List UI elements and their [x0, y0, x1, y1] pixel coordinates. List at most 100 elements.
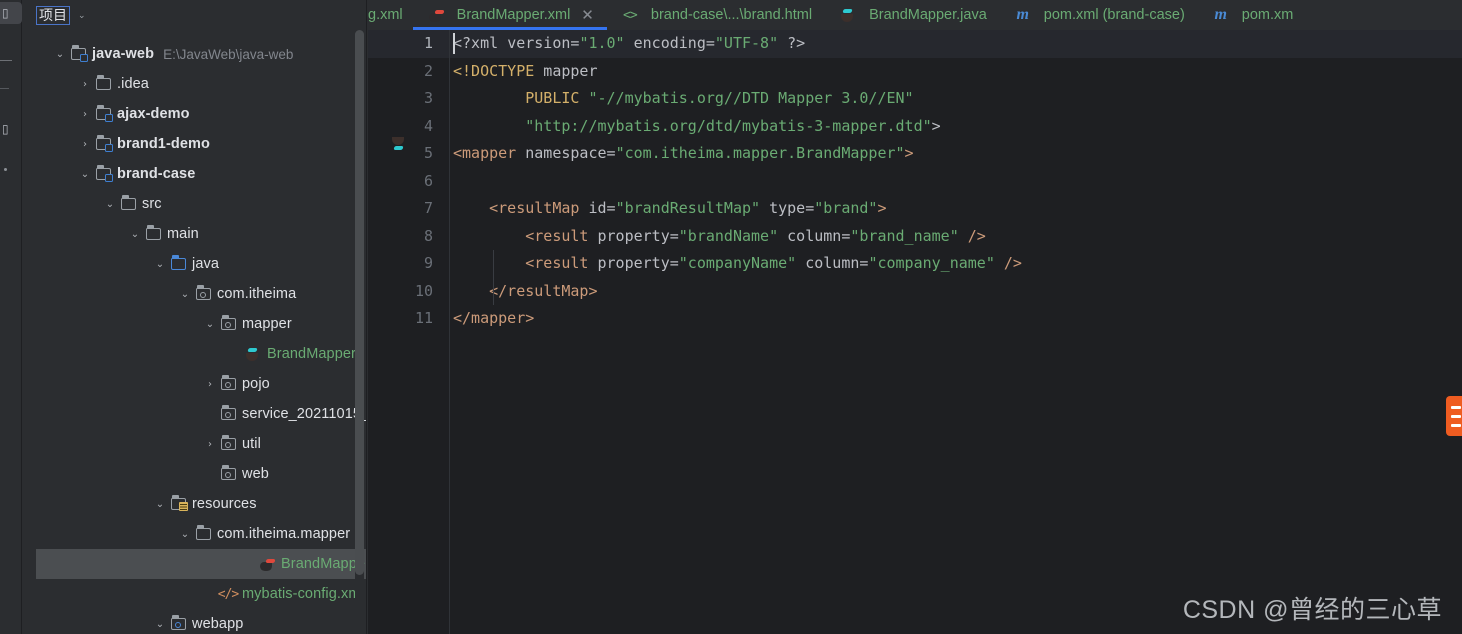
code-line-10: </resultMap>	[489, 281, 598, 300]
tree-item-src[interactable]: ⌄ src	[22, 189, 366, 219]
project-panel-header: 项目 ⌄	[22, 0, 366, 30]
editor-gutter[interactable]: 1 2 3 4 5 6 7 8 9 10 11	[368, 30, 450, 634]
folder-source-root-icon	[168, 255, 188, 272]
line-number: 9	[423, 254, 433, 272]
chevron-right-icon[interactable]: ›	[77, 139, 93, 150]
chevron-down-icon[interactable]: ⌄	[152, 259, 168, 270]
package-icon	[218, 315, 238, 332]
package-icon	[193, 285, 213, 302]
tree-item-brand-case[interactable]: ⌄ brand-case	[22, 159, 366, 189]
tree-item-label: mapper	[242, 316, 292, 332]
chevron-right-icon[interactable]: ›	[77, 79, 93, 90]
tree-item-label: com.itheima.mapper	[217, 526, 351, 542]
line-number: 7	[423, 199, 433, 217]
folder-resources-icon	[168, 495, 188, 512]
package-icon	[168, 615, 188, 632]
line-number: 3	[423, 89, 433, 107]
tab-label: BrandMapper.xml	[456, 7, 571, 23]
tree-item-brandmapper-xml[interactable]: · BrandMapper.xml	[36, 549, 366, 579]
folder-icon	[143, 225, 163, 242]
structure-tool-window-icon[interactable]	[0, 60, 12, 61]
tree-item-brand1-demo[interactable]: › brand1-demo	[22, 129, 366, 159]
code-line-5: <mapper namespace="com.itheima.mapper.Br…	[453, 144, 914, 162]
chevron-right-icon[interactable]: ›	[202, 439, 218, 450]
line-number: 6	[423, 171, 433, 190]
bookmarks-tool-window-icon[interactable]	[0, 88, 9, 89]
chevron-down-icon[interactable]: ⌄	[152, 499, 168, 510]
code-line-4: "http://mybatis.org/dtd/mybatis-3-mapper…	[525, 116, 941, 135]
tree-item-web[interactable]: · web	[22, 459, 366, 489]
tree-item-pojo[interactable]: › pojo	[22, 369, 366, 399]
tree-item-com-itheima[interactable]: ⌄ com.itheima	[22, 279, 366, 309]
project-glyph: ▯	[2, 6, 9, 20]
chevron-down-icon[interactable]: ⌄	[152, 619, 168, 630]
java-class-gutter-icon[interactable]	[391, 137, 407, 161]
tree-item-com-itheima-mapper[interactable]: ⌄ com.itheima.mapper	[22, 519, 366, 549]
chevron-down-icon[interactable]: ⌄	[127, 229, 143, 240]
code-line-9: <result property="companyName" column="c…	[525, 254, 1022, 272]
watermark: CSDN @曾经的三心草	[1182, 596, 1442, 624]
spacer: ·	[202, 469, 218, 480]
code-line-11: </mapper>	[453, 309, 535, 327]
tree-item-java-web[interactable]: ⌄ java-web E:\JavaWeb\java-web	[22, 39, 366, 69]
indent-guide	[493, 250, 494, 305]
project-panel-title[interactable]: 项目	[36, 5, 70, 25]
tree-item-mybatis-config-xml[interactable]: · </> mybatis-config.xml	[22, 579, 366, 609]
code-content[interactable]: <?xml version="1.0" encoding="UTF-8" ?> …	[450, 30, 1462, 634]
tree-item-java[interactable]: ⌄ java	[22, 249, 366, 279]
tree-item-resources[interactable]: ⌄ resources	[22, 489, 366, 519]
tree-item-webapp[interactable]: ⌄ webapp	[22, 609, 366, 634]
database-tool-window-icon[interactable]: ▯	[0, 118, 22, 140]
spacer: ·	[241, 559, 257, 570]
chevron-down-icon[interactable]: ⌄	[177, 289, 193, 300]
tree-item-label: pojo	[242, 376, 270, 392]
chevron-down-icon[interactable]: ⌄	[52, 49, 68, 60]
floating-orange-widget[interactable]	[1446, 396, 1462, 436]
ide-window: ▯ ▯ 项目 ⌄ ⌄ java-web E:\JavaWeb\java-web …	[0, 0, 1462, 634]
chevron-down-icon[interactable]: ⌄	[177, 529, 193, 540]
sidebar-scrollbar-thumb[interactable]	[355, 30, 364, 575]
tab-pom-xml-brand-case[interactable]: m pom.xml (brand-case)	[1000, 0, 1198, 30]
html-code-icon: <>	[623, 7, 638, 23]
tab-brandmapper-xml[interactable]: BrandMapper.xml ✕	[412, 0, 607, 30]
tree-item-util[interactable]: › util	[22, 429, 366, 459]
line-number: 10	[414, 281, 433, 300]
folder-icon	[193, 525, 213, 542]
tab-g-xml[interactable]: g.xml	[368, 0, 413, 30]
tree-item-main[interactable]: ⌄ main	[22, 219, 366, 249]
tree-item-label: brand1-demo	[117, 136, 210, 152]
tab-pom-xml-truncated[interactable]: m pom.xm	[1198, 0, 1307, 30]
notifications-tool-window-icon[interactable]	[4, 168, 7, 171]
package-icon	[218, 375, 238, 392]
project-tool-window-icon[interactable]: ▯	[0, 2, 22, 24]
chevron-right-icon[interactable]: ›	[202, 379, 218, 390]
tree-item-idea[interactable]: › .idea	[22, 69, 366, 99]
chevron-down-icon[interactable]: ⌄	[78, 10, 86, 21]
tree-item-ajax-demo[interactable]: › ajax-demo	[22, 99, 366, 129]
tree-item-service[interactable]: · service_20211015_	[22, 399, 366, 429]
line-number: 4	[423, 116, 433, 135]
package-icon	[218, 405, 238, 422]
chevron-down-icon[interactable]: ⌄	[77, 169, 93, 180]
chevron-down-icon[interactable]: ⌄	[102, 199, 118, 210]
spacer: ·	[227, 349, 243, 360]
maven-icon: m	[1214, 6, 1227, 23]
database-glyph: ▯	[2, 122, 9, 136]
editor-area: g.xml BrandMapper.xml ✕ <> brand-case\..…	[368, 0, 1462, 634]
tab-label: BrandMapper.java	[869, 7, 987, 23]
tree-item-brandmapper-java[interactable]: · BrandMapper	[22, 339, 366, 369]
chevron-down-icon[interactable]: ⌄	[202, 319, 218, 330]
line-number: 11	[414, 309, 433, 327]
tree-item-label: brand-case	[117, 166, 196, 182]
code-line-3: PUBLIC "-//mybatis.org//DTD Mapper 3.0//…	[525, 89, 914, 107]
tree-item-mapper-package[interactable]: ⌄ mapper	[22, 309, 366, 339]
tree-item-label: java	[192, 256, 219, 272]
code-editor[interactable]: 1 2 3 4 5 6 7 8 9 10 11 <?xml version="1…	[368, 30, 1462, 634]
project-tree: ⌄ java-web E:\JavaWeb\java-web › .idea ›…	[22, 30, 366, 634]
close-icon[interactable]: ✕	[581, 6, 594, 24]
tab-label: brand-case\...\brand.html	[650, 7, 813, 23]
tree-item-label: service_20211015_	[242, 406, 367, 422]
tab-brand-html[interactable]: <> brand-case\...\brand.html	[607, 0, 825, 30]
chevron-right-icon[interactable]: ›	[77, 109, 93, 120]
tab-brandmapper-java[interactable]: BrandMapper.java	[825, 0, 1000, 30]
